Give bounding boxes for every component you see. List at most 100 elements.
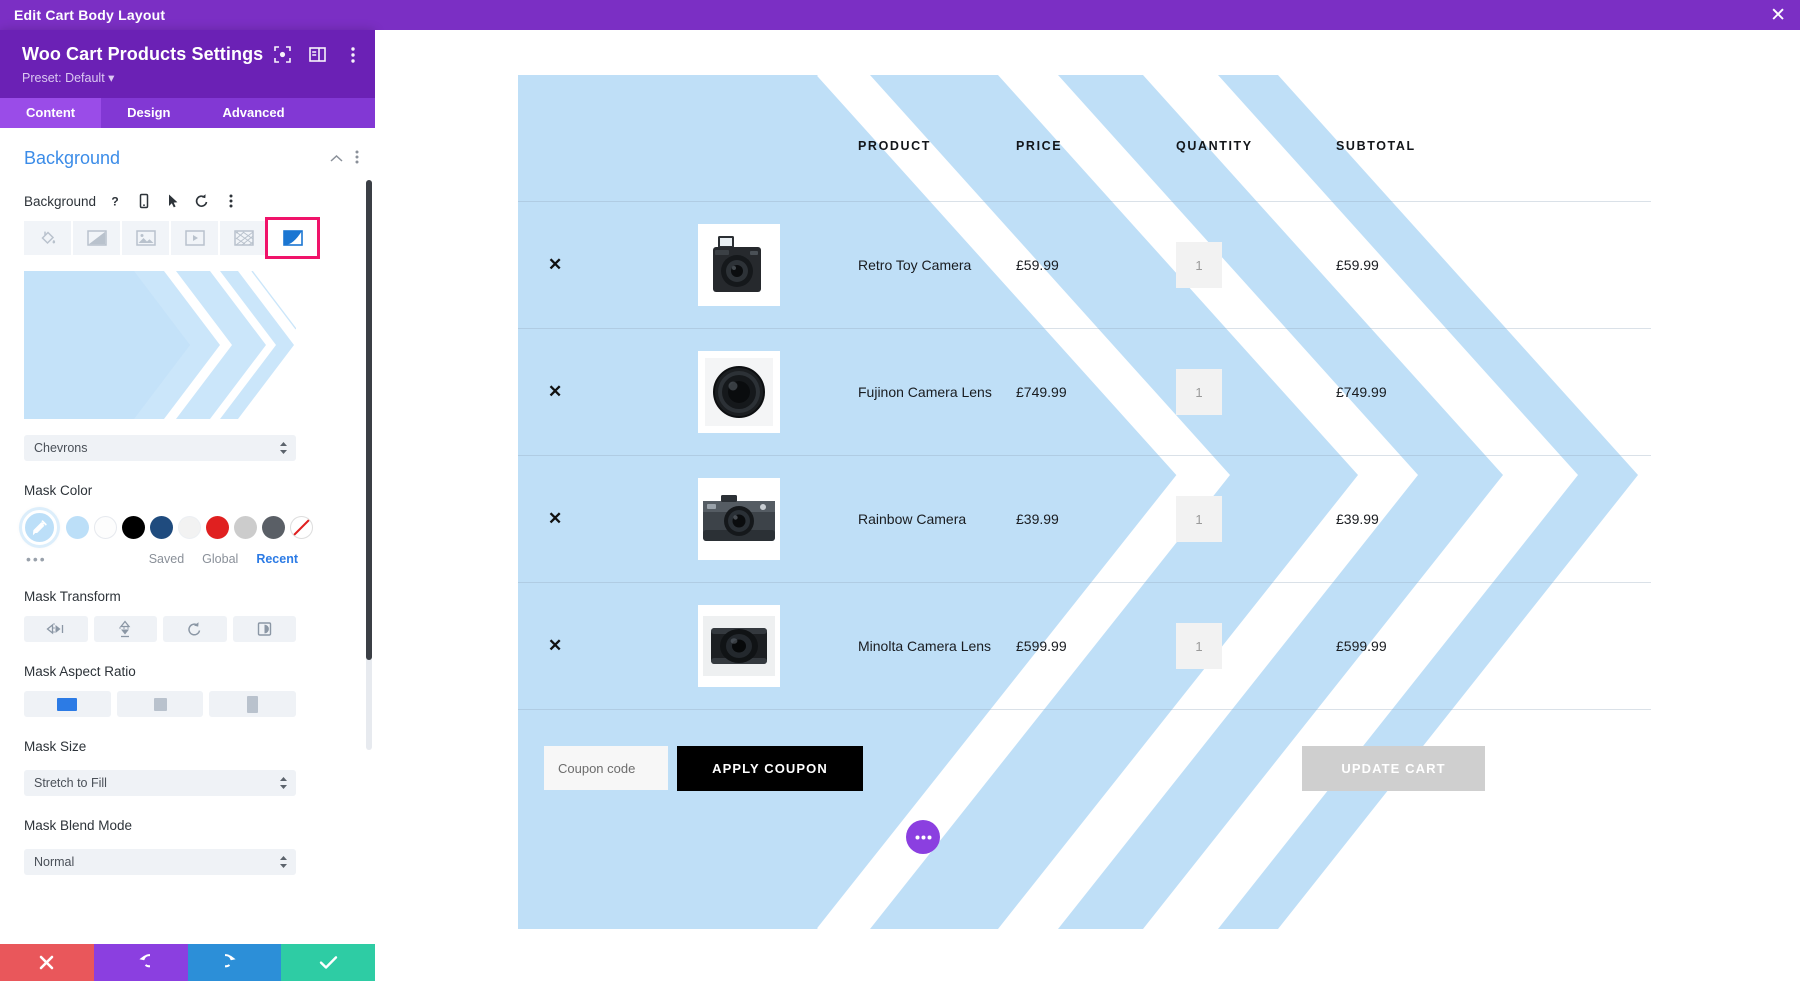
fujinon-camera-lens-icon <box>705 358 773 426</box>
tab-content[interactable]: Content <box>0 98 102 128</box>
mask-aspect-ratio-label: Mask Aspect Ratio <box>24 664 136 679</box>
swatch-navy[interactable] <box>150 516 173 539</box>
aspect-portrait-button[interactable] <box>209 691 297 717</box>
table-row: ✕ Retro Toy Camera £59.99 1 £59.99 <box>518 202 1651 329</box>
invert-icon[interactable] <box>232 616 296 642</box>
mask-transform-label: Mask Transform <box>24 589 121 604</box>
column-header-subtotal: SUBTOTAL <box>1336 139 1416 153</box>
vertical-dots-icon[interactable] <box>221 191 241 211</box>
window-title: Edit Cart Body Layout <box>14 7 166 23</box>
quantity-input[interactable]: 1 <box>1176 623 1222 669</box>
more-colors-icon[interactable]: ••• <box>26 551 47 567</box>
rotate-icon[interactable] <box>163 616 227 642</box>
flip-vertical-icon[interactable] <box>93 616 157 642</box>
settings-panel: Woo Cart Products Settings Preset: Defau… <box>0 30 375 981</box>
mask-size-label: Mask Size <box>24 739 87 754</box>
swatch-off-white[interactable] <box>178 516 201 539</box>
vertical-dots-icon[interactable] <box>344 46 361 63</box>
panel-header: Woo Cart Products Settings Preset: Defau… <box>0 30 375 98</box>
remove-item-button[interactable]: ✕ <box>548 509 562 529</box>
close-icon[interactable]: ✕ <box>1770 6 1786 25</box>
product-thumbnail[interactable] <box>698 478 780 560</box>
help-icon[interactable]: ? <box>105 191 125 211</box>
svg-text:?: ? <box>111 195 118 209</box>
panel-header-icons <box>274 46 361 63</box>
chevron-down-icon[interactable]: ▾ <box>108 71 114 85</box>
save-button[interactable] <box>281 944 375 981</box>
select-arrows-icon <box>279 776 288 790</box>
quantity-input[interactable]: 1 <box>1176 496 1222 542</box>
product-name[interactable]: Rainbow Camera <box>858 511 966 527</box>
background-video-tab[interactable] <box>171 221 218 255</box>
mask-style-select[interactable]: Chevrons <box>24 435 296 461</box>
background-field-row: Background ? <box>0 169 375 211</box>
product-thumbnail[interactable] <box>698 224 780 306</box>
background-section-header: Background <box>0 128 375 169</box>
product-name[interactable]: Retro Toy Camera <box>858 257 971 273</box>
mask-size-select[interactable]: Stretch to Fill <box>24 770 296 796</box>
swatch-black[interactable] <box>122 516 145 539</box>
apply-coupon-button[interactable]: APPLY COUPON <box>677 746 863 791</box>
aspect-square-button[interactable] <box>116 691 204 717</box>
swatch-red[interactable] <box>206 516 229 539</box>
builder-canvas: PRODUCT PRICE QUANTITY SUBTOTAL ✕ Retro … <box>375 30 1800 981</box>
product-name[interactable]: Minolta Camera Lens <box>858 638 991 654</box>
swatch-light-gray[interactable] <box>234 516 257 539</box>
layout-icon[interactable] <box>309 46 326 63</box>
product-price: £599.99 <box>1016 638 1067 654</box>
swatch-dark-gray[interactable] <box>262 516 285 539</box>
swatch-white[interactable] <box>94 516 117 539</box>
product-subtotal: £39.99 <box>1336 511 1379 527</box>
product-name[interactable]: Fujinon Camera Lens <box>858 384 992 400</box>
select-arrows-icon <box>279 441 288 455</box>
focus-icon[interactable] <box>274 46 291 63</box>
remove-item-button[interactable]: ✕ <box>548 255 562 275</box>
color-tab-global[interactable]: Global <box>202 552 238 566</box>
section-more-icon[interactable] <box>355 150 359 167</box>
responsive-icon[interactable] <box>134 191 154 211</box>
remove-item-button[interactable]: ✕ <box>548 382 562 402</box>
panel-scrollbar-thumb[interactable] <box>366 180 372 660</box>
panel-preset[interactable]: Preset: Default ▾ <box>22 70 357 85</box>
update-cart-button[interactable]: UPDATE CART <box>1302 746 1485 791</box>
hover-icon[interactable] <box>163 191 183 211</box>
remove-item-button[interactable]: ✕ <box>548 636 562 656</box>
background-color-tab[interactable] <box>24 221 71 255</box>
background-image-tab[interactable] <box>122 221 169 255</box>
background-pattern-tab[interactable] <box>220 221 267 255</box>
background-gradient-tab[interactable] <box>73 221 120 255</box>
cancel-button[interactable] <box>0 944 94 981</box>
color-tab-recent[interactable]: Recent <box>256 552 298 566</box>
coupon-input[interactable]: Coupon code <box>544 746 668 790</box>
ellipsis-icon <box>915 835 931 839</box>
product-thumbnail[interactable] <box>698 605 780 687</box>
color-tab-saved[interactable]: Saved <box>149 552 184 566</box>
quantity-input[interactable]: 1 <box>1176 242 1222 288</box>
eyedropper-icon[interactable] <box>22 510 57 545</box>
flip-horizontal-icon[interactable] <box>24 616 88 642</box>
tab-advanced[interactable]: Advanced <box>196 98 310 128</box>
panel-tabs: Content Design Advanced <box>0 98 375 128</box>
background-field-label: Background <box>24 193 97 209</box>
builder-menu-fab[interactable] <box>906 820 940 854</box>
product-thumbnail[interactable] <box>698 351 780 433</box>
undo-button[interactable] <box>93 944 188 981</box>
swatch-light-blue[interactable] <box>66 516 89 539</box>
product-subtotal: £59.99 <box>1336 257 1379 273</box>
aspect-landscape-button[interactable] <box>24 691 111 717</box>
swatch-transparent[interactable] <box>290 516 313 539</box>
coupon-placeholder: Coupon code <box>558 760 636 776</box>
quantity-input[interactable]: 1 <box>1176 369 1222 415</box>
mask-blend-mode-value: Normal <box>34 855 75 869</box>
mask-blend-mode-select[interactable]: Normal <box>24 849 296 875</box>
cart-content: PRODUCT PRICE QUANTITY SUBTOTAL ✕ Retro … <box>518 75 1651 929</box>
redo-button[interactable] <box>187 944 282 981</box>
background-mask-tab[interactable] <box>265 217 320 259</box>
mask-style-value: Chevrons <box>34 441 88 455</box>
section-title: Background <box>24 148 121 168</box>
tab-design[interactable]: Design <box>101 98 196 128</box>
reset-icon[interactable] <box>192 191 212 211</box>
chevron-up-icon[interactable] <box>330 151 343 166</box>
color-source-tabs: Saved Global Recent <box>149 552 298 566</box>
product-price: £39.99 <box>1016 511 1059 527</box>
